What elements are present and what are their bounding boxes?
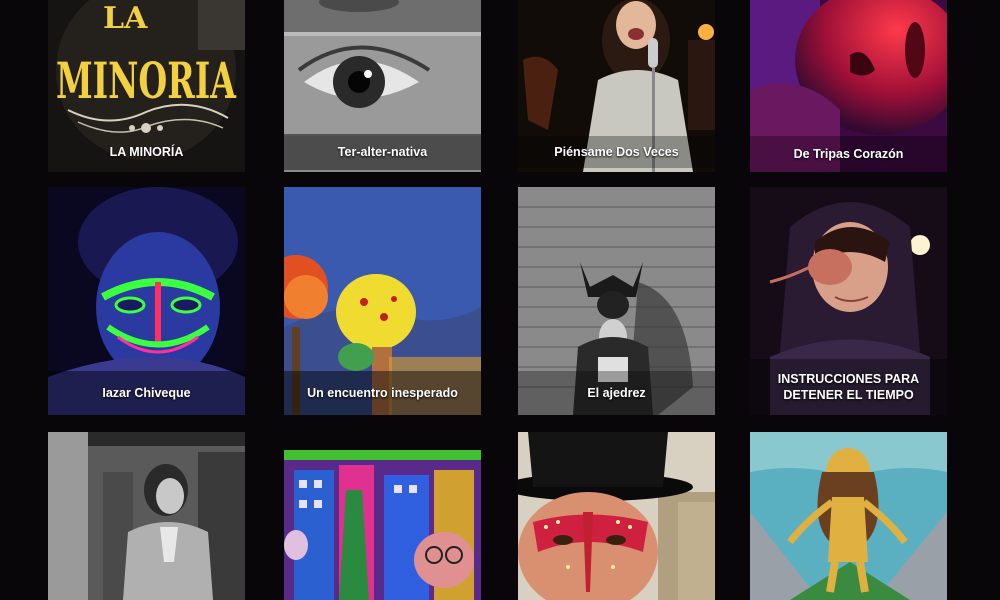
gallery-item-caption: Piénsame Dos Veces [518,136,715,168]
gallery-item-piensame-dos-veces[interactable]: Piénsame Dos Veces [518,0,715,172]
gallery-item-la-minoria[interactable]: LA MINORIA LA MINORÍA [48,0,245,172]
gallery-item-caption: De Tripas Corazón [750,136,947,172]
gallery-item-caption: Ter-alter-nativa [284,134,481,170]
gallery-item-un-encuentro-inesperado[interactable]: Un encuentro inesperado [284,187,481,415]
gallery-item-de-tripas-corazon[interactable]: De Tripas Corazón [750,0,947,172]
gallery-item-iazar-chiveque[interactable]: Iazar Chiveque [48,187,245,415]
svg-text:LA: LA [103,1,148,36]
gallery-item-caption: El ajedrez [518,371,715,415]
gallery-item-caption: Iazar Chiveque [48,371,245,415]
gallery-item-caption: LA MINORÍA [109,145,184,159]
svg-text:MINORIA: MINORIA [56,51,237,110]
mural-figure-thumbnail [750,432,947,600]
gallery-item-caption: Un encuentro inesperado [284,371,481,415]
gallery-item-ter-alter-nativa[interactable]: Ter-alter-nativa [284,0,481,172]
gallery-item-row3-col2[interactable] [284,450,481,600]
gallery-item-row3-col4[interactable] [750,432,947,600]
gallery-item-row3-col3[interactable] [518,432,715,600]
colorful-puppet-city-thumbnail [284,450,481,600]
gallery-item-row3-col1[interactable] [48,432,245,600]
gallery-item-instrucciones-para-detener-el-tiempo[interactable]: INSTRUCCIONES PARA DETENER EL TIEMPO [750,187,947,415]
gallery-item-el-ajedrez[interactable]: El ajedrez [518,187,715,415]
period-costume-woman-thumbnail [48,432,245,600]
painted-face-hat-thumbnail [518,432,715,600]
gallery-item-caption: INSTRUCCIONES PARA DETENER EL TIEMPO [750,359,947,415]
